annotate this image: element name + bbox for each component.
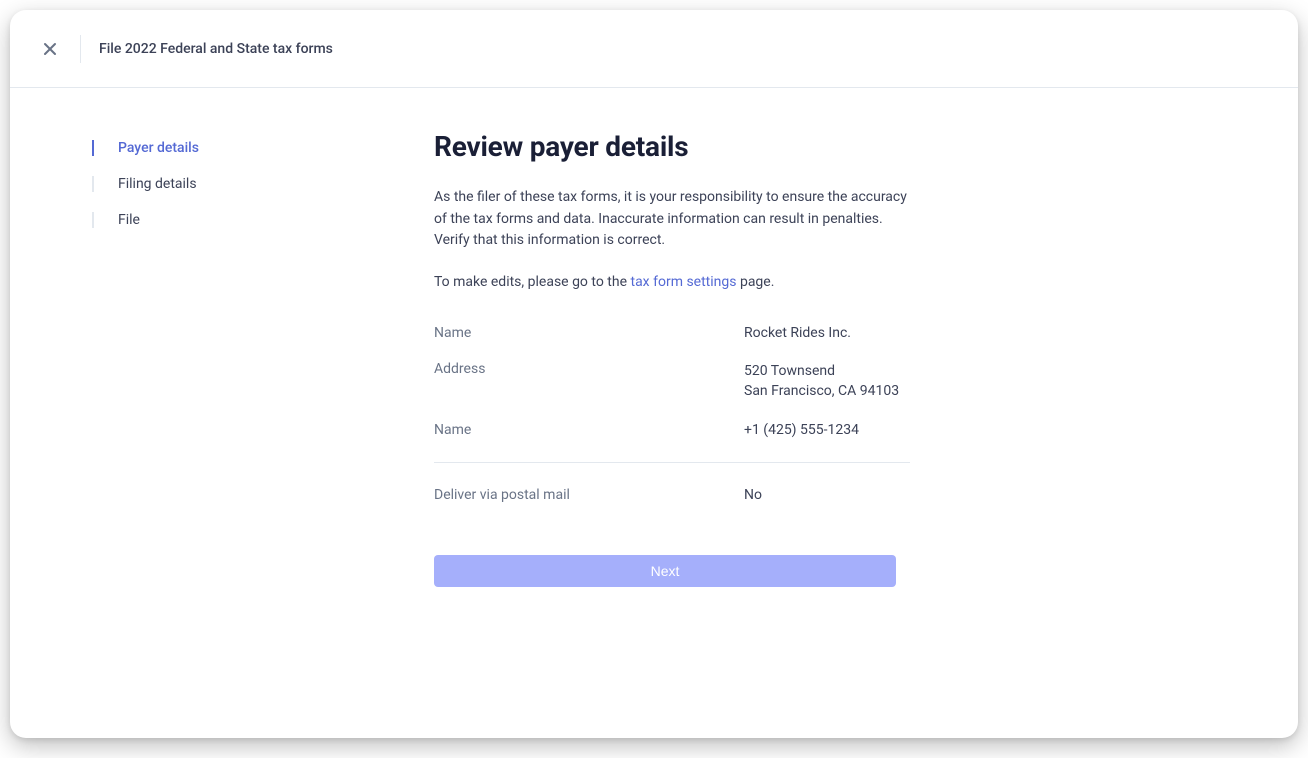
main-content: Review payer details As the filer of the… bbox=[350, 130, 970, 738]
detail-row-address: Address 520 Townsend San Francisco, CA 9… bbox=[434, 361, 910, 402]
detail-label: Name bbox=[434, 422, 744, 438]
sidebar-item-file[interactable]: File bbox=[92, 202, 350, 238]
sidebar-item-label: Payer details bbox=[118, 140, 199, 156]
page-heading: Review payer details bbox=[434, 130, 910, 163]
modal-container: File 2022 Federal and State tax forms Pa… bbox=[10, 10, 1298, 738]
next-button-label: Next bbox=[651, 563, 680, 579]
sidebar-item-label: File bbox=[118, 212, 140, 228]
detail-value-phone: +1 (425) 555-1234 bbox=[744, 422, 910, 438]
detail-value-postal: No bbox=[744, 487, 910, 503]
next-button[interactable]: Next bbox=[434, 555, 896, 587]
sidebar-nav: Payer details Filing details File bbox=[10, 130, 350, 738]
detail-value-name: Rocket Rides Inc. bbox=[744, 325, 910, 341]
header-title: File 2022 Federal and State tax forms bbox=[99, 41, 333, 57]
edit-note: To make edits, please go to the tax form… bbox=[434, 272, 910, 293]
modal-header: File 2022 Federal and State tax forms bbox=[10, 10, 1298, 88]
detail-row-phone: Name +1 (425) 555-1234 bbox=[434, 422, 910, 438]
payer-details-group: Name Rocket Rides Inc. Address 520 Towns… bbox=[434, 325, 910, 463]
close-icon bbox=[42, 41, 58, 57]
address-line-2: San Francisco, CA 94103 bbox=[744, 381, 910, 401]
edit-note-prefix: To make edits, please go to the bbox=[434, 274, 630, 290]
close-button[interactable] bbox=[30, 29, 70, 69]
detail-label: Address bbox=[434, 361, 744, 402]
sidebar-item-filing-details[interactable]: Filing details bbox=[92, 166, 350, 202]
edit-note-suffix: page. bbox=[736, 274, 774, 290]
header-divider bbox=[80, 35, 81, 63]
detail-label: Name bbox=[434, 325, 744, 341]
tax-form-settings-link[interactable]: tax form settings bbox=[630, 274, 736, 290]
page-description: As the filer of these tax forms, it is y… bbox=[434, 187, 910, 252]
detail-value-address: 520 Townsend San Francisco, CA 94103 bbox=[744, 361, 910, 402]
address-line-1: 520 Townsend bbox=[744, 361, 910, 381]
delivery-details-group: Deliver via postal mail No bbox=[434, 487, 910, 527]
detail-row-name: Name Rocket Rides Inc. bbox=[434, 325, 910, 341]
sidebar-item-payer-details[interactable]: Payer details bbox=[92, 130, 350, 166]
detail-row-postal: Deliver via postal mail No bbox=[434, 487, 910, 503]
sidebar-item-label: Filing details bbox=[118, 176, 197, 192]
detail-label: Deliver via postal mail bbox=[434, 487, 744, 503]
modal-body: Payer details Filing details File Review… bbox=[10, 88, 1298, 738]
